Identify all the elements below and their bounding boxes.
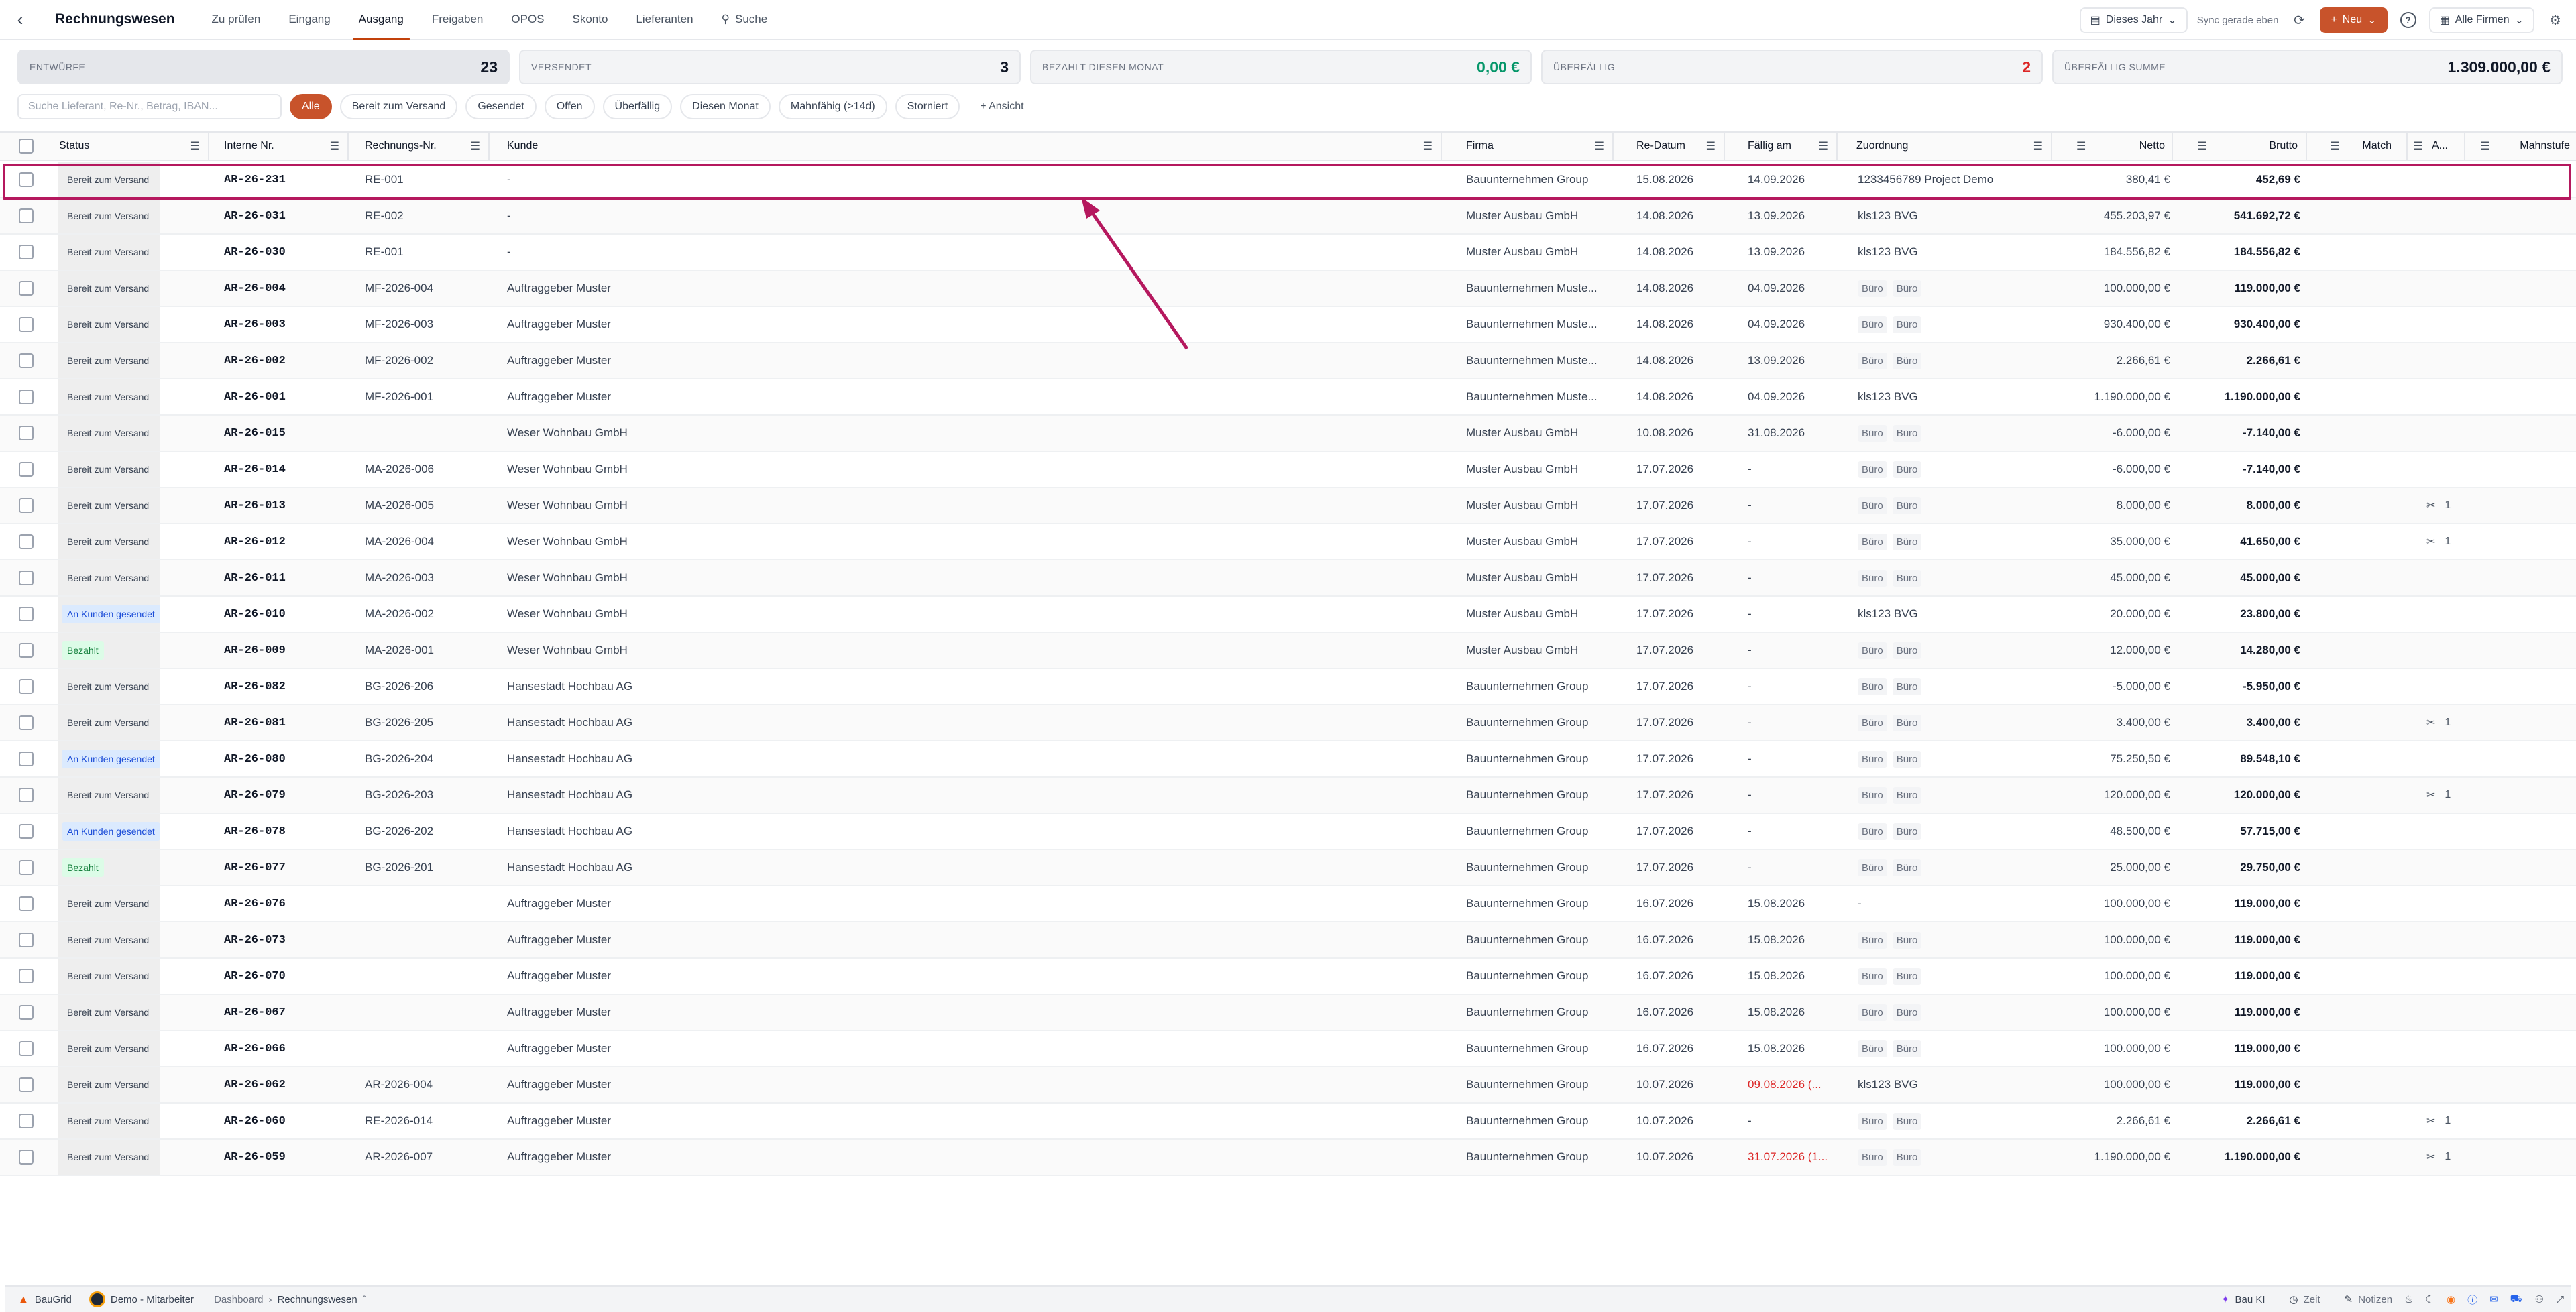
breadcrumb: Dashboard › Rechnungswesen ˆ [214,1294,366,1305]
bottom-bar: ▲ BauGrid Demo - Mitarbeiter Dashboard ›… [5,1285,2571,1312]
clock-icon: ◷ [2289,1294,2298,1305]
truck-icon[interactable]: ⛟ [2510,1293,2523,1306]
chevron-right-icon: › [268,1293,272,1305]
arrow-line [1086,205,1189,350]
brand-name: BauGrid [34,1293,72,1305]
bell-icon[interactable]: ♨ [2404,1293,2413,1305]
person-icon[interactable]: ⚇ [2535,1293,2544,1305]
notes-button[interactable]: ✎ Notizen [2344,1293,2393,1306]
breadcrumb-current: Rechnungswesen [277,1293,357,1305]
time-label: Zeit [2303,1293,2320,1305]
pencil-icon: ✎ [2344,1294,2353,1305]
notes-label: Notizen [2358,1293,2393,1305]
expand-icon[interactable]: ⤢ [2556,1294,2564,1305]
sparkle-icon: ✦ [2221,1294,2230,1305]
user-name: Demo - Mitarbeiter [110,1293,194,1305]
record-icon[interactable]: ◉ [2447,1293,2455,1305]
help-circle-icon[interactable]: ⓘ [2467,1293,2477,1307]
brand-logo[interactable]: ▲ BauGrid [17,1293,72,1307]
brand-icon: ▲ [17,1292,30,1306]
annotation-arrow [1081,197,1189,350]
chevron-up-icon[interactable]: ˆ [363,1294,366,1305]
ai-button[interactable]: ✦ Bau KI [2221,1293,2265,1306]
arrow-head [1081,197,1100,219]
moon-icon[interactable]: ☾ [2426,1293,2434,1305]
breadcrumb-dashboard[interactable]: Dashboard [214,1294,263,1305]
chat-icon[interactable]: ✉ [2489,1293,2498,1305]
ai-label: Bau KI [2235,1293,2265,1305]
user-menu[interactable]: Demo - Mitarbeiter [89,1291,194,1307]
bottom-bar-right: ✦ Bau KI ◷ Zeit ✎ Notizen ♨ ☾ ◉ ⓘ ✉ ⛟ ⚇ … [2209,1293,2564,1307]
time-button[interactable]: ◷ Zeit [2289,1293,2320,1306]
avatar [89,1291,105,1307]
